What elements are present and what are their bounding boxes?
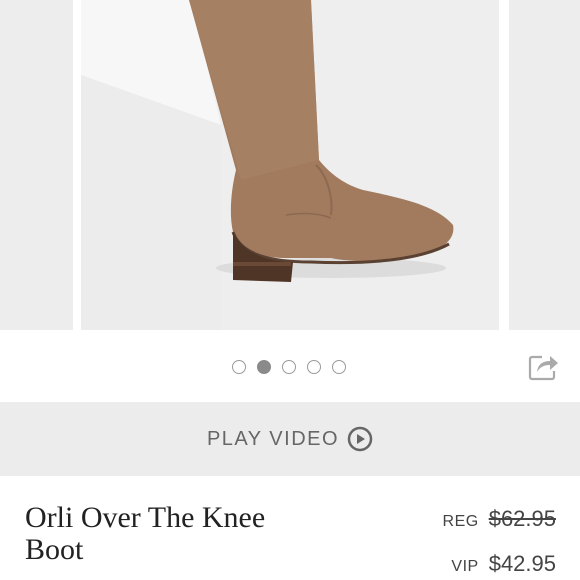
regular-price: $62.95 (488, 506, 556, 531)
product-image-gallery[interactable] (0, 0, 580, 334)
play-video-label: PLAY VIDEO (206, 427, 340, 450)
pagination-dot[interactable] (332, 360, 346, 374)
vip-price-label: VIP (451, 558, 479, 575)
regular-price-row: REG $62.95 (443, 506, 556, 532)
play-circle-icon (347, 426, 373, 452)
previous-slide-peek[interactable] (0, 0, 73, 330)
boot-image (81, 0, 499, 330)
product-details: Orli Over The Knee Boot REG $62.95 VIP $… (0, 476, 580, 580)
pagination-dot-active[interactable] (257, 360, 271, 374)
pagination-dots (232, 360, 346, 374)
vip-price-row: VIP $42.95 (451, 551, 556, 577)
share-icon[interactable] (528, 351, 560, 381)
regular-price-label: REG (442, 513, 479, 530)
vip-price: $42.95 (488, 551, 556, 576)
pagination-dot[interactable] (307, 360, 321, 374)
pagination-dot[interactable] (282, 360, 296, 374)
product-title: Orli Over The Knee Boot (25, 501, 266, 566)
pagination-dot[interactable] (232, 360, 246, 374)
product-image-slide[interactable] (81, 0, 499, 330)
next-slide-peek[interactable] (509, 0, 580, 330)
play-video-button[interactable]: PLAY VIDEO (0, 402, 580, 476)
